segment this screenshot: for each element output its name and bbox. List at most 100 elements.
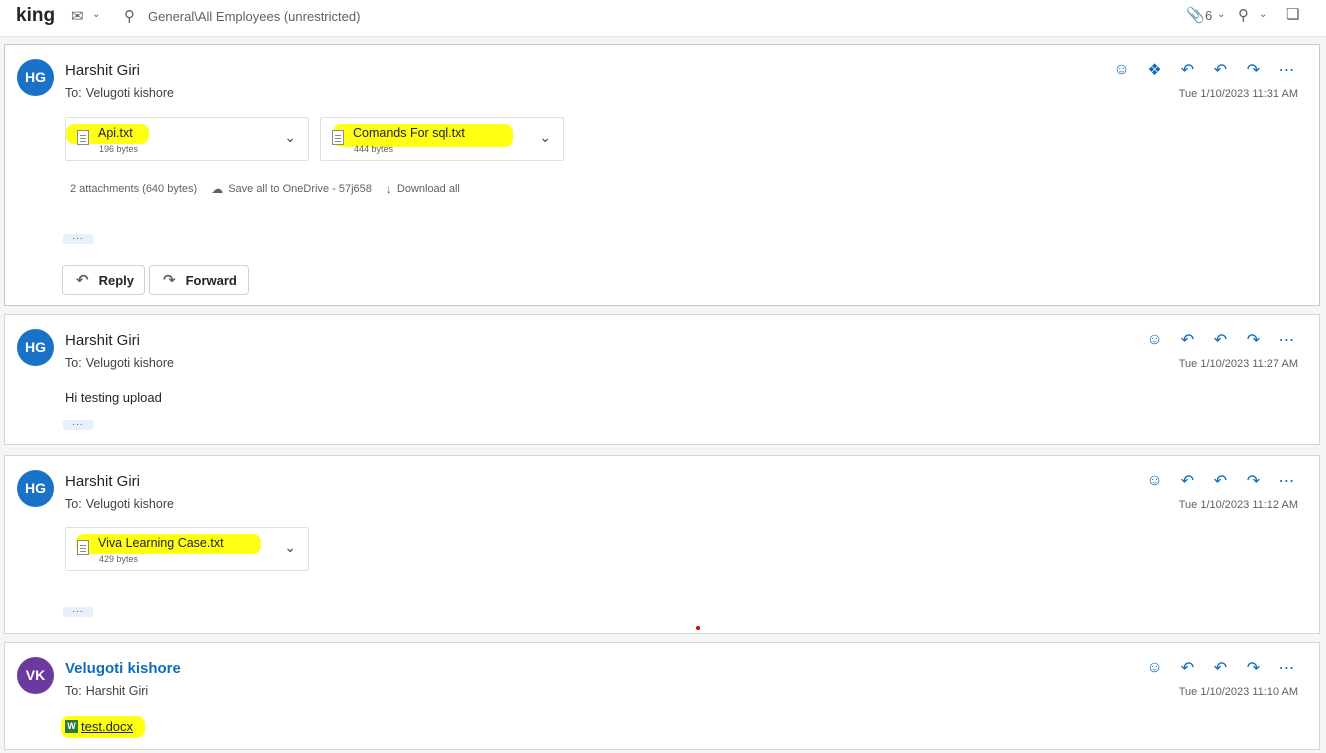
file-icon — [77, 540, 89, 555]
message-card[interactable]: HG Harshit Giri To: Velugoti kishore ☺ ↶ … — [4, 455, 1320, 634]
attachment-name[interactable]: Comands For sql.txt — [353, 126, 465, 140]
docx-link[interactable]: W test.docx — [65, 719, 133, 734]
to-label: To: — [65, 86, 82, 100]
reply-icon[interactable]: ↶ — [1177, 59, 1198, 80]
attachment-card[interactable]: Comands For sql.txt 444 bytes ⌄ — [320, 117, 564, 161]
show-more-button[interactable]: ... — [63, 232, 93, 244]
sender-name[interactable]: Harshit Giri — [65, 473, 140, 490]
to-label: To: — [65, 497, 82, 511]
recipient-name[interactable]: Velugoti kishore — [86, 356, 174, 370]
chevron-down-icon[interactable]: ⌄ — [539, 129, 551, 146]
reply-icon[interactable]: ↶ — [1177, 329, 1198, 350]
attachments-summary: 2 attachments (640 bytes) — [70, 183, 198, 195]
chevron-down-icon[interactable]: ⌄ — [1259, 9, 1267, 20]
reply-icon: ↶ — [76, 272, 89, 289]
cloud-icon: ☁ — [211, 182, 224, 196]
reply-all-icon[interactable]: ↶ — [1210, 470, 1231, 491]
emoji-icon[interactable]: ☺ — [1111, 59, 1132, 80]
channel-path[interactable]: General\All Employees (unrestricted) — [148, 9, 360, 24]
more-icon[interactable]: ⋯ — [1276, 329, 1297, 350]
message-card[interactable]: HG Harshit Giri To: Velugoti kishore ☺ ↶ … — [4, 314, 1320, 445]
recipient-name[interactable]: Velugoti kishore — [86, 497, 174, 511]
timestamp: Tue 1/10/2023 11:27 AM — [1178, 358, 1298, 370]
file-icon — [332, 130, 344, 145]
save-all-link[interactable]: Save all to OneDrive - 57j658 — [228, 183, 372, 195]
emoji-icon[interactable]: ☺ — [1144, 657, 1165, 678]
tag-icon: ⚲ — [124, 8, 135, 25]
more-icon[interactable]: ⋯ — [1276, 470, 1297, 491]
chevron-down-icon[interactable]: ⌄ — [284, 539, 296, 556]
to-label: To: — [65, 356, 82, 370]
timestamp: Tue 1/10/2023 11:12 AM — [1178, 499, 1298, 511]
reply-icon[interactable]: ↶ — [1177, 470, 1198, 491]
reply-all-icon[interactable]: ↶ — [1210, 657, 1231, 678]
timestamp: Tue 1/10/2023 11:10 AM — [1178, 686, 1298, 698]
forward-button[interactable]: ↷ Forward — [149, 265, 249, 295]
to-label: To: — [65, 684, 82, 698]
popout-icon[interactable]: ❏ — [1286, 5, 1299, 23]
forward-icon[interactable]: ↷ — [1243, 329, 1264, 350]
recipient-name[interactable]: Velugoti kishore — [86, 86, 174, 100]
attachment-card[interactable]: Api.txt 196 bytes ⌄ — [65, 117, 309, 161]
avatar[interactable]: HG — [17, 470, 54, 507]
chevron-down-icon[interactable]: ⌄ — [284, 129, 296, 146]
forward-icon: ↷ — [163, 272, 176, 289]
reply-all-icon[interactable]: ↶ — [1210, 59, 1231, 80]
file-icon — [77, 130, 89, 145]
chevron-down-icon[interactable]: ⌄ — [92, 9, 100, 20]
attachment-size: 196 bytes — [99, 144, 139, 154]
message-body: Hi testing upload — [65, 390, 162, 405]
avatar[interactable]: HG — [17, 59, 54, 96]
more-icon[interactable]: ⋯ — [1276, 59, 1297, 80]
sender-name[interactable]: Harshit Giri — [65, 62, 140, 79]
avatar[interactable]: HG — [17, 329, 54, 366]
attachment-count[interactable]: 6 — [1205, 8, 1212, 23]
message-actions: ☺ ↶ ↶ ↷ ⋯ — [1144, 470, 1297, 491]
cursor-dot — [696, 626, 700, 630]
download-all-link[interactable]: Download all — [397, 183, 460, 195]
avatar[interactable]: VK — [17, 657, 54, 694]
recipient-name[interactable]: Harshit Giri — [86, 684, 149, 698]
attachment-size: 444 bytes — [354, 144, 394, 154]
emoji-icon[interactable]: ☺ — [1144, 329, 1165, 350]
conversation-subject: king — [16, 5, 56, 26]
emoji-icon[interactable]: ☺ — [1144, 470, 1165, 491]
word-file-icon: W — [65, 720, 78, 733]
reply-icon[interactable]: ↶ — [1177, 657, 1198, 678]
sender-name[interactable]: Velugoti kishore — [65, 660, 181, 677]
show-more-button[interactable]: ... — [63, 605, 93, 617]
recipient-line: To: Velugoti kishore — [65, 497, 174, 511]
forward-icon[interactable]: ↷ — [1243, 657, 1264, 678]
docx-link-label[interactable]: test.docx — [81, 719, 133, 734]
zoom-icon[interactable]: ⚲ — [1238, 6, 1249, 24]
more-icon[interactable]: ⋯ — [1276, 657, 1297, 678]
attachment-name[interactable]: Api.txt — [98, 126, 133, 140]
message-actions: ☺ ↶ ↶ ↷ ⋯ — [1144, 657, 1297, 678]
forward-icon[interactable]: ↷ — [1243, 470, 1264, 491]
recipient-line: To: Velugoti kishore — [65, 356, 174, 370]
download-icon: ↓ — [385, 182, 392, 196]
forward-icon[interactable]: ↷ — [1243, 59, 1264, 80]
attachment-size: 429 bytes — [99, 554, 139, 564]
show-more-button[interactable]: ... — [63, 418, 93, 430]
message-actions: ☺ ↶ ↶ ↷ ⋯ — [1144, 329, 1297, 350]
attachments-bar: 2 attachments (640 bytes) ☁ Save all to … — [70, 182, 460, 196]
recipient-line: To: Velugoti kishore — [65, 86, 174, 100]
paperclip-icon[interactable]: 📎 — [1186, 6, 1205, 24]
attachment-name[interactable]: Viva Learning Case.txt — [98, 536, 224, 550]
recipient-line: To: Harshit Giri — [65, 684, 148, 698]
message-card[interactable]: VK Velugoti kishore To: Harshit Giri ☺ ↶ … — [4, 642, 1320, 750]
message-card[interactable]: HG Harshit Giri To: Velugoti kishore ☺ ❖ … — [4, 44, 1320, 306]
message-actions: ☺ ❖ ↶ ↶ ↷ ⋯ — [1111, 59, 1297, 80]
attachment-card[interactable]: Viva Learning Case.txt 429 bytes ⌄ — [65, 527, 309, 571]
sender-name[interactable]: Harshit Giri — [65, 332, 140, 349]
chevron-down-icon[interactable]: ⌄ — [1217, 9, 1225, 20]
loop-icon[interactable]: ❖ — [1144, 59, 1165, 80]
reply-all-icon[interactable]: ↶ — [1210, 329, 1231, 350]
forward-label: Forward — [185, 272, 237, 288]
reply-label: Reply — [98, 272, 134, 288]
mail-tag-icon[interactable]: ✉ — [71, 7, 84, 25]
reply-button[interactable]: ↶ Reply — [62, 265, 145, 295]
timestamp: Tue 1/10/2023 11:31 AM — [1178, 88, 1298, 100]
conversation-header: king ✉ ⌄ ⚲ General\All Employees (unrest… — [0, 0, 1326, 37]
